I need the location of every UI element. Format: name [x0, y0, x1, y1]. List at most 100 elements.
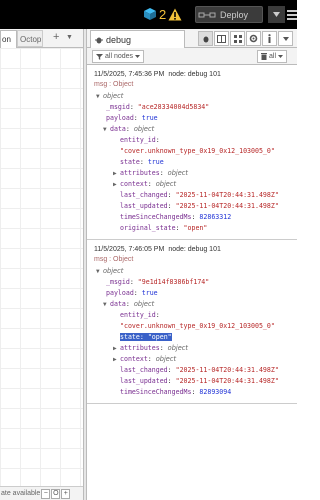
tree-row-entity-value: "cover.unknown_type_0x19_0x12_103005_0"	[94, 146, 297, 157]
cube-icon	[144, 8, 156, 20]
tree-row-entity-value: "cover.unknown_type_0x19_0x12_103005_0"	[94, 321, 297, 332]
deploy-button[interactable]: Deploy	[195, 6, 263, 23]
tree-row-attributes[interactable]: ▶ attributes: object	[94, 168, 297, 179]
grid-icon	[233, 34, 242, 43]
tree-key: data	[110, 300, 126, 308]
tree-row-data[interactable]: ▼ data: object	[94, 299, 297, 310]
main-menu-button[interactable]	[287, 6, 297, 23]
zoom-out-button[interactable]: −	[41, 488, 51, 499]
tree-root-row[interactable]: ▼ object	[94, 91, 297, 102]
tab-flow-2[interactable]: Octop	[17, 30, 43, 47]
book-icon	[217, 34, 226, 43]
tree-row-payload: payload: true	[106, 114, 158, 122]
workspace-tabs: on Octop + ▼	[0, 29, 83, 48]
tree-value: 82863312	[199, 213, 232, 221]
info-tab-button[interactable]	[262, 31, 277, 46]
tree-value: true	[147, 158, 164, 166]
tree-key: _msgid	[106, 103, 130, 111]
tree-root-type: object	[103, 92, 124, 100]
tree-value: true	[141, 114, 158, 122]
debug-message[interactable]: 11/5/2025, 7:46:05 PM node: debug 101 msg…	[87, 240, 297, 404]
message-node-link[interactable]: node: debug 101	[168, 246, 221, 253]
bug-icon	[203, 36, 208, 42]
tree-type: object	[155, 180, 177, 188]
filter-nodes-button[interactable]: all nodes	[92, 50, 145, 63]
help-tab-button[interactable]	[214, 31, 229, 46]
tree-row-last-changed: last_changed: "2025-11-04T20:44:31.498Z"	[120, 191, 279, 199]
tree-value: "open"	[147, 333, 172, 341]
tree-key: last_updated	[120, 377, 168, 385]
caret-right-icon: ▶	[113, 170, 117, 177]
tree-row-time-since-changed: timeSinceChangedMs: 82863312	[120, 213, 232, 221]
tree-row-msgid: _msgid: "9e1d14f8386bf174"	[106, 278, 210, 286]
tree-row-context[interactable]: ▶ context: object	[94, 179, 297, 190]
tree-row-state: state: "open"	[94, 332, 297, 343]
tree-row-data[interactable]: ▼ data: object	[94, 124, 297, 135]
caret-down-icon: ▼	[96, 93, 100, 100]
zoom-reset-button[interactable]: O	[51, 488, 61, 499]
tree-type: object	[133, 300, 155, 308]
clear-log-button[interactable]: all	[257, 50, 288, 63]
tree-value: "cover.unknown_type_0x19_0x12_103005_0"	[120, 322, 275, 330]
message-node-link[interactable]: node: debug 101	[168, 71, 221, 78]
workspace-footer: ate available − O +	[0, 486, 83, 500]
tree-type: object	[167, 169, 188, 177]
tab-debug[interactable]: debug	[90, 30, 185, 48]
tab-menu-button[interactable]: ▼	[66, 34, 73, 41]
tree-row-entity: entity_id:	[120, 136, 160, 144]
top-header: 2 Deploy	[0, 0, 297, 29]
message-tree: ▼ object _msgid: "9e1d14f8386bf174" paylo…	[94, 266, 297, 398]
hamburger-line	[287, 13, 297, 16]
debug-message[interactable]: 11/5/2025, 7:45:36 PM node: debug 101 msg…	[87, 65, 297, 240]
tree-row-time-since-changed: timeSinceChangedMs: 82893094	[120, 388, 232, 396]
tree-row-context[interactable]: ▶ context: object	[94, 354, 297, 365]
tree-key: entity_id	[120, 136, 156, 144]
clear-label: all	[269, 53, 277, 60]
tree-value: "open"	[183, 224, 208, 232]
tab-debug-label: debug	[106, 34, 132, 45]
tree-key: attributes	[120, 344, 160, 352]
bug-icon	[95, 37, 103, 43]
message-topic: msg : Object	[94, 81, 134, 88]
tree-key: entity_id	[120, 311, 156, 319]
trash-icon	[261, 53, 267, 60]
message-topic: msg : Object	[94, 256, 134, 263]
message-timestamp: 11/5/2025, 7:45:36 PM	[94, 71, 165, 78]
alert-area[interactable]: 2	[143, 5, 182, 23]
debug-message-list[interactable]: 11/5/2025, 7:45:36 PM node: debug 101 msg…	[87, 65, 297, 500]
tree-row-attributes[interactable]: ▶ attributes: object	[94, 343, 297, 354]
caret-right-icon: ▶	[113, 345, 117, 352]
tree-row-original-state: original_state: "open"	[120, 224, 208, 232]
tree-row-payload: payload: true	[106, 289, 158, 297]
add-tab-button[interactable]: +	[53, 31, 59, 43]
context-tab-button[interactable]	[230, 31, 245, 46]
sidebar-tabs: debug	[87, 29, 297, 48]
config-tab-button[interactable]	[246, 31, 261, 46]
caret-down-icon	[135, 55, 141, 58]
caret-down-icon	[273, 12, 280, 17]
deploy-options-button[interactable]	[268, 6, 285, 23]
zoom-in-button[interactable]: +	[61, 488, 71, 499]
debug-tab-icon-button[interactable]	[198, 31, 213, 46]
caret-down-icon: ▼	[96, 268, 100, 275]
tree-key: last_updated	[120, 202, 168, 210]
tree-value: "ace28334004d5834"	[137, 103, 210, 111]
deploy-label: Deploy	[220, 9, 249, 20]
flow-canvas[interactable]	[0, 48, 83, 486]
tree-key: attributes	[120, 169, 160, 177]
tree-key: timeSinceChangedMs	[120, 213, 192, 221]
selected-state-text[interactable]: state: "open"	[120, 333, 172, 341]
hamburger-line	[287, 17, 297, 20]
tab-flow-1[interactable]: on	[0, 30, 17, 48]
gear-icon	[249, 34, 258, 43]
tree-key: state	[120, 158, 140, 166]
tree-value: "2025-11-04T20:44:31.498Z"	[175, 377, 279, 385]
tree-key: state	[120, 333, 140, 341]
sidebar-menu-button[interactable]	[278, 31, 293, 46]
tree-row-last-updated: last_updated: "2025-11-04T20:44:31.498Z"	[120, 377, 279, 385]
update-status-text[interactable]: ate available	[0, 490, 40, 497]
tree-value: "2025-11-04T20:44:31.498Z"	[175, 366, 279, 374]
tree-root-row[interactable]: ▼ object	[94, 266, 297, 277]
info-icon	[268, 34, 271, 43]
tree-key: payload	[106, 289, 134, 297]
